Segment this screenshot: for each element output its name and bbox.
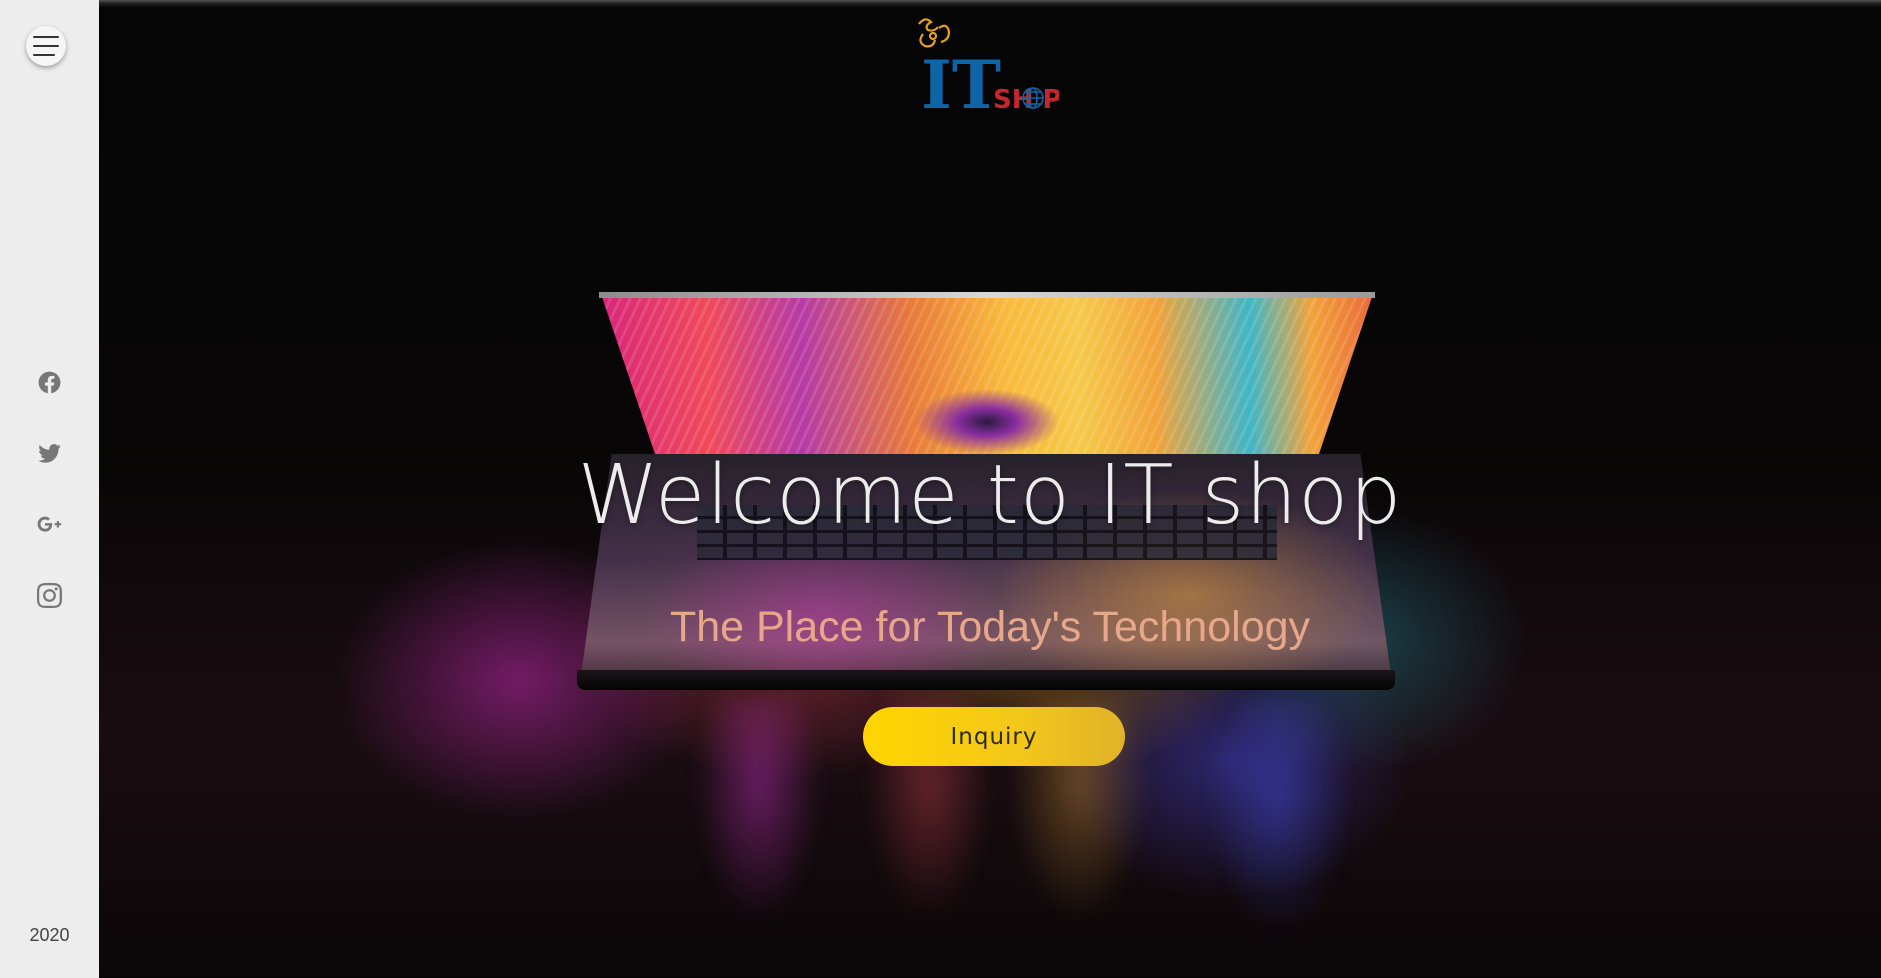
logo-it-text: IT [921,46,1001,110]
menu-toggle-button[interactable] [26,26,66,66]
facebook-icon [38,371,61,393]
logo-ornament [918,18,951,48]
google-plus-icon [37,516,62,532]
social-links [0,368,99,609]
hamburger-line [33,54,55,56]
hero-tagline: The Place for Today's Technology [669,603,1311,651]
laptop-front-edge [577,670,1395,690]
hero-headline: Welcome to IT shop [577,448,1403,543]
inquiry-button[interactable]: Inquiry [863,707,1125,766]
copyright-year: 2020 [29,925,70,945]
twitter-link[interactable] [36,439,64,467]
laptop-screen [601,294,1373,454]
google-plus-link[interactable] [36,510,64,538]
hero-section: IT SH P Welcome to IT shop The Place for… [99,0,1881,978]
hamburger-line [33,45,59,47]
facebook-link[interactable] [36,368,64,396]
sidebar: 2020 [0,0,99,978]
instagram-link[interactable] [36,581,64,609]
top-shadow [99,0,1881,8]
it-shop-logo[interactable]: IT SH P [909,10,1059,110]
hamburger-line [33,36,59,38]
twitter-icon [38,443,61,463]
laptop-rim [599,292,1375,298]
instagram-icon [37,582,62,608]
